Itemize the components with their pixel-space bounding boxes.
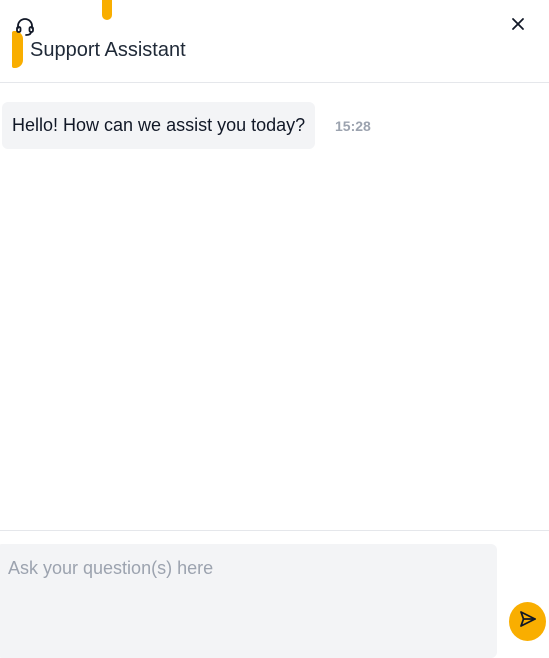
message-list: Hello! How can we assist you today? 15:2… bbox=[0, 84, 549, 530]
close-button[interactable] bbox=[506, 14, 530, 38]
chat-header: Support Assistant bbox=[0, 0, 549, 83]
send-icon bbox=[519, 610, 537, 633]
chat-title: Support Assistant bbox=[30, 39, 186, 61]
assistant-message: Hello! How can we assist you today? bbox=[2, 102, 316, 149]
question-input[interactable] bbox=[0, 544, 497, 658]
accent-decoration-top bbox=[102, 0, 112, 20]
message-composer bbox=[0, 530, 549, 658]
headset-icon bbox=[15, 17, 35, 37]
message-timestamp: 15:28 bbox=[335, 118, 371, 134]
send-button[interactable] bbox=[509, 602, 546, 641]
close-icon bbox=[511, 17, 525, 36]
